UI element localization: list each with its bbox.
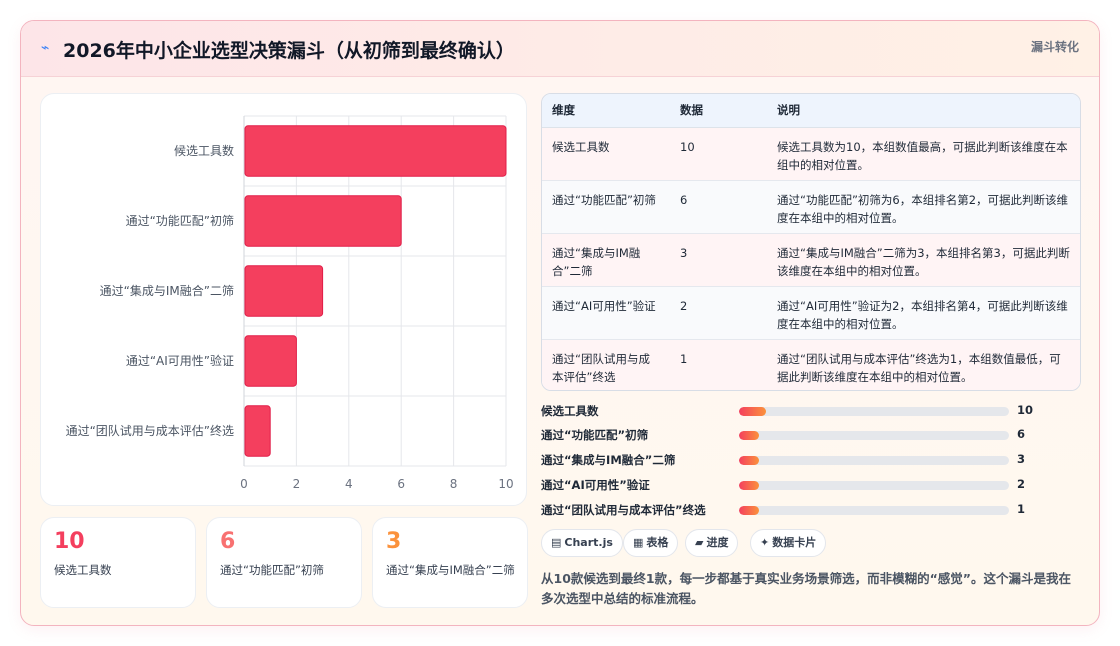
kpi-value: 10: [54, 529, 85, 554]
bar-chart-panel: 0 2 4 6 8 10 候选工具数通过“功能匹配”初筛通过“集成与IM融合”二筛通过“AI…: [40, 93, 527, 506]
bar: [244, 195, 402, 247]
kpi-card-integration: 3 通过“集成与IM融合”二筛: [372, 517, 528, 608]
progress-row: 通过“AI可用性”验证 2: [541, 475, 1081, 495]
progress-value: 6: [1017, 427, 1026, 441]
bar: [244, 265, 324, 317]
progress-track: [739, 407, 1009, 416]
y-tick-label: 候选工具数: [174, 143, 234, 158]
column-header: 维度: [542, 94, 670, 128]
table-cell: 6: [670, 180, 767, 234]
progress-fill: [739, 431, 760, 440]
y-tick-label: 通过“集成与IM融合”二筛: [100, 283, 234, 298]
progress-label: 候选工具数: [541, 404, 599, 418]
dashboard-card: ⌁ 2026年中小企业选型决策漏斗（从初筛到最终确认） 漏斗转化 0 2 4 6 8 10…: [20, 20, 1100, 626]
x-tick-label: 4: [345, 477, 353, 491]
x-tick-label: 2: [293, 477, 301, 491]
progress-value: 2: [1017, 477, 1026, 491]
progress-row: 通过“集成与IM融合”二筛 3: [541, 450, 1081, 470]
table-row: 通过“集成与IM融合”二筛 3 通过“集成与IM融合”二筛为3，本组排名第3，可…: [542, 233, 1080, 287]
pill-label: Chart.js: [564, 536, 613, 549]
y-tick-label: 通过“功能匹配”初筛: [126, 213, 234, 228]
table-cell: 候选工具数为10，本组数值最高，可据此判断该维度在本组中的相对位置。: [767, 127, 1080, 181]
progress-label: 通过“功能匹配”初筛: [541, 428, 649, 442]
table-cell: 通过“功能匹配”初筛为6，本组排名第2，可据此判断该维度在本组中的相对位置。: [767, 180, 1080, 234]
y-tick-label: 通过“团队试用与成本评估”终选: [66, 423, 234, 438]
sparkle-icon: ✦: [760, 536, 770, 549]
data-card-tag[interactable]: ✦ 数据卡片: [750, 529, 827, 557]
x-tick-label: 8: [450, 477, 458, 491]
progress-fill: [739, 481, 760, 490]
table-header-row: 维度 数据 说明: [542, 94, 1080, 128]
progress-fill: [739, 407, 766, 416]
progress-row: 候选工具数 10: [541, 401, 1081, 421]
bar: [244, 125, 507, 177]
progress-fill: [739, 506, 760, 515]
progress-label: 通过“AI可用性”验证: [541, 478, 650, 492]
category-badge: 漏斗转化: [1030, 40, 1079, 54]
pill-label: 进度: [706, 536, 729, 549]
summary-note: 从10款候选到最终1款，每一步都基于真实业务场景筛选，而非模糊的“感觉”。这个漏…: [541, 571, 1072, 606]
table-row: 候选工具数 10 候选工具数为10，本组数值最高，可据此判断该维度在本组中的相对…: [542, 127, 1080, 181]
table-row: 通过“AI可用性”验证 2 通过“AI可用性”验证为2，本组排名第4，可据此判断…: [542, 286, 1080, 340]
table-cell: 通过“AI可用性”验证: [542, 286, 670, 340]
table-cell: 10: [670, 127, 767, 181]
progress-track: [739, 481, 1009, 490]
bar: [244, 405, 271, 457]
table-cell: 通过“团队试用与成本评估”终选为1，本组数值最低，可据此判断该维度在本组中的相对…: [767, 339, 1080, 390]
kpi-label: 候选工具数: [54, 563, 112, 577]
column-header: 数据: [670, 94, 767, 128]
x-tick-label: 10: [498, 477, 513, 491]
bar-chart: 0 2 4 6 8 10 候选工具数通过“功能匹配”初筛通过“集成与IM融合”二筛通过“AI…: [66, 115, 514, 491]
table-cell: 候选工具数: [542, 127, 670, 181]
table-cell: 通过“集成与IM融合”二筛为3，本组排名第3，可据此判断该维度在本组中的相对位置…: [767, 233, 1080, 287]
pill-label: 数据卡片: [772, 536, 817, 549]
pill-label: 表格: [646, 536, 669, 549]
progress-label: 通过“团队试用与成本评估”终选: [541, 503, 706, 517]
x-tick-label: 6: [397, 477, 405, 491]
bar: [244, 335, 297, 387]
table-cell: 通过“团队试用与成本评估”终选: [542, 339, 670, 390]
table-cell: 通过“功能匹配”初筛: [542, 180, 670, 234]
progress-icon: ▰: [695, 536, 704, 549]
table-row: 通过“团队试用与成本评估”终选 1 通过“团队试用与成本评估”终选为1，本组数值…: [542, 339, 1080, 390]
progress-track: [739, 456, 1009, 465]
progress-track: [739, 431, 1009, 440]
progress-label: 通过“集成与IM融合”二筛: [541, 453, 676, 467]
table-cell: 2: [670, 286, 767, 340]
kpi-card-feature-match: 6 通过“功能匹配”初筛: [206, 517, 362, 608]
kpi-value: 3: [386, 529, 402, 554]
x-tick-label: 0: [240, 477, 248, 491]
kpi-value: 6: [220, 529, 236, 554]
column-header: 说明: [767, 94, 1080, 128]
progress-tag[interactable]: ▰ 进度: [685, 529, 739, 557]
kpi-card-candidates: 10 候选工具数: [40, 517, 196, 608]
progress-fill: [739, 456, 760, 465]
table-cell: 通过“AI可用性”验证为2，本组排名第4，可据此判断该维度在本组中的相对位置。: [767, 286, 1080, 340]
y-tick-label: 通过“AI可用性”验证: [126, 353, 234, 368]
data-table-panel: 维度 数据 说明 候选工具数 10 候选工具数为10，本组数值最高，可据此判断该…: [541, 93, 1081, 391]
card-header: ⌁ 2026年中小企业选型决策漏斗（从初筛到最终确认） 漏斗转化: [21, 21, 1099, 77]
data-table: 维度 数据 说明 候选工具数 10 候选工具数为10，本组数值最高，可据此判断该…: [542, 94, 1080, 390]
progress-row: 通过“团队试用与成本评估”终选 1: [541, 500, 1081, 520]
kpi-label: 通过“功能匹配”初筛: [220, 563, 324, 577]
table-cell: 通过“集成与IM融合”二筛: [542, 233, 670, 287]
progress-value: 1: [1017, 502, 1026, 516]
progress-row: 通过“功能匹配”初筛 6: [541, 425, 1081, 445]
kpi-label: 通过“集成与IM融合”二筛: [386, 563, 515, 577]
table-tag[interactable]: ▦ 表格: [623, 529, 679, 557]
funnel-icon: ⌁: [41, 40, 50, 56]
table-row: 通过“功能匹配”初筛 6 通过“功能匹配”初筛为6，本组排名第2，可据此判断该维…: [542, 180, 1080, 234]
table-cell: 1: [670, 339, 767, 390]
table-cell: 3: [670, 233, 767, 287]
progress-value: 3: [1017, 452, 1026, 466]
chart-icon: ▤: [551, 536, 562, 549]
progress-track: [739, 506, 1009, 515]
progress-value: 10: [1017, 403, 1034, 417]
page-title: 2026年中小企业选型决策漏斗（从初筛到最终确认）: [63, 40, 515, 62]
table-icon: ▦: [633, 536, 644, 549]
chartjs-tag[interactable]: ▤ Chart.js: [541, 529, 623, 557]
